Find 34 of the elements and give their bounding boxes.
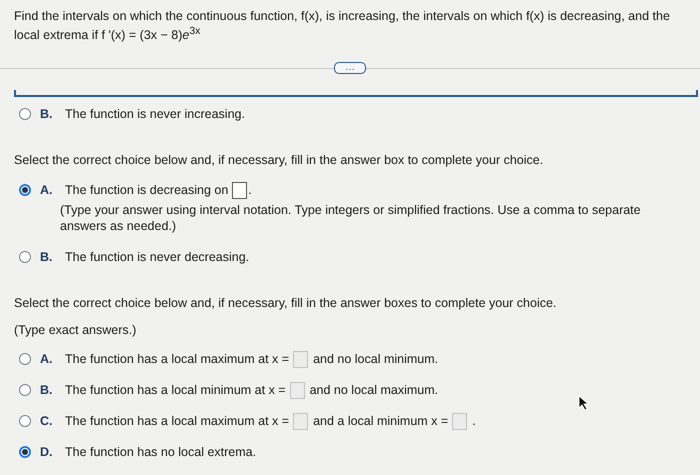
choice-text: The function is never increasing.: [65, 107, 245, 122]
radio-button[interactable]: [19, 446, 31, 458]
choice-letter: D.: [40, 445, 54, 460]
choice-text: The function has a local minimum at x =: [65, 383, 286, 398]
choice-letter: B.: [40, 383, 54, 398]
choice-text: The function is decreasing on: [65, 183, 228, 198]
choice-letter: A.: [40, 352, 54, 366]
radio-button[interactable]: [19, 184, 31, 196]
instruction-text: Select the correct choice below and, if necessary, fill in the answer box to complete your choice.: [14, 153, 544, 168]
choice-text: and no local maximum.: [310, 383, 438, 398]
choice-text: .: [472, 414, 476, 428]
choice-text: .: [248, 183, 252, 198]
choice-letter: B.: [40, 250, 54, 264]
choice-text: The function has a local maximum at x =: [65, 414, 290, 428]
cursor-icon: [578, 395, 590, 411]
question-text: Find the intervals on which the continuous function, f(x), is increasing, the intervals on which f(x) is decreasing, and the local extrema if f '(x) = (3x − 8)e$^{3x}$: [14, 8, 671, 44]
instruction-text: Select the correct choice below and, if necessary, fill in the answer boxes to complete your choice.: [14, 296, 558, 310]
hint-text: (Type your answer using interval notation. Type integers or simplified fractions. Use a comma to separate answers as needed.): [60, 202, 642, 234]
radio-button[interactable]: [19, 353, 31, 366]
choice-text: The function has a local maximum at x =: [65, 352, 290, 366]
expand-button[interactable]: …: [334, 62, 366, 74]
note-text: (Type exact answers.): [14, 323, 138, 338]
choice-text: and a local minimum x =: [313, 414, 448, 428]
radio-button[interactable]: [19, 108, 31, 120]
radio-button[interactable]: [19, 415, 31, 428]
choice-text: and no local minimum.: [313, 352, 438, 366]
choice-text: The function has no local extrema.: [65, 445, 256, 460]
answer-box[interactable]: [232, 182, 248, 199]
choice-letter: A.: [40, 183, 54, 198]
choice-letter: C.: [40, 414, 54, 428]
choice-letter: B.: [40, 107, 54, 122]
radio-button[interactable]: [19, 251, 31, 264]
radio-button[interactable]: [19, 384, 31, 396]
choice-text: The function is never decreasing.: [65, 250, 250, 264]
